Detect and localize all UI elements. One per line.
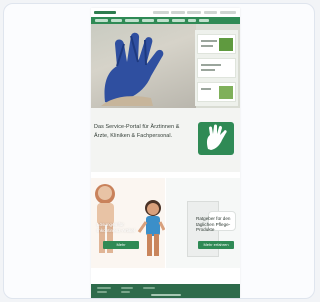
website-preview[interactable]: Das Service-Portal für Ärztinnen & Ärzte… — [91, 8, 240, 298]
util-link[interactable] — [220, 11, 236, 14]
main-nav — [91, 17, 240, 24]
nav-item[interactable] — [111, 19, 122, 22]
teaser-cta-button[interactable]: Mehr — [103, 241, 139, 249]
footer-copyright — [151, 294, 181, 296]
teaser-image — [219, 38, 233, 51]
utility-bar — [91, 8, 240, 17]
nav-item[interactable] — [142, 19, 154, 22]
teaser-tile[interactable] — [197, 34, 236, 54]
hand-icon — [206, 124, 227, 150]
product-title: Lösungen für Inkontinenz-Artikel — [97, 222, 135, 233]
teaser-tile[interactable] — [197, 58, 236, 78]
nav-item[interactable] — [157, 19, 169, 22]
hero-side-panel — [195, 30, 238, 106]
product-teasers: Lösungen für Inkontinenz-Artikel Mehr Ra… — [91, 172, 240, 284]
util-link[interactable] — [187, 11, 201, 14]
intro-text: Das Service-Portal für Ärztinnen & Ärzte… — [94, 124, 180, 139]
painted-hand-image — [101, 32, 164, 106]
util-link[interactable] — [153, 11, 169, 14]
nav-item[interactable] — [188, 19, 196, 22]
nav-item[interactable] — [199, 19, 209, 22]
intro-section: Das Service-Portal für Ärztinnen & Ärzte… — [91, 108, 240, 172]
product-title: Ratgeber für den täglichen Pflege-Produk… — [196, 216, 231, 233]
site-footer — [91, 284, 240, 298]
footer-link[interactable] — [143, 287, 155, 289]
teaser-tile[interactable] — [197, 82, 236, 102]
teaser-cta-button[interactable]: Mehr erfahren — [198, 241, 234, 249]
footer-link[interactable] — [121, 287, 133, 289]
logo-icon[interactable] — [94, 11, 116, 14]
hero-banner[interactable] — [91, 24, 240, 108]
nav-item[interactable] — [95, 19, 108, 22]
teaser-image — [219, 86, 233, 99]
footer-link[interactable] — [97, 291, 107, 293]
footer-link[interactable] — [121, 291, 130, 293]
footer-link[interactable] — [97, 287, 111, 289]
product-teaser-left[interactable]: Lösungen für Inkontinenz-Artikel Mehr — [91, 178, 165, 268]
nav-item[interactable] — [125, 19, 139, 22]
hand-badge — [198, 122, 234, 155]
util-link[interactable] — [204, 11, 217, 14]
nav-item[interactable] — [172, 19, 185, 22]
product-teaser-right[interactable]: Ratgeber für den täglichen Pflege-Produk… — [166, 178, 240, 268]
util-link[interactable] — [171, 11, 185, 14]
